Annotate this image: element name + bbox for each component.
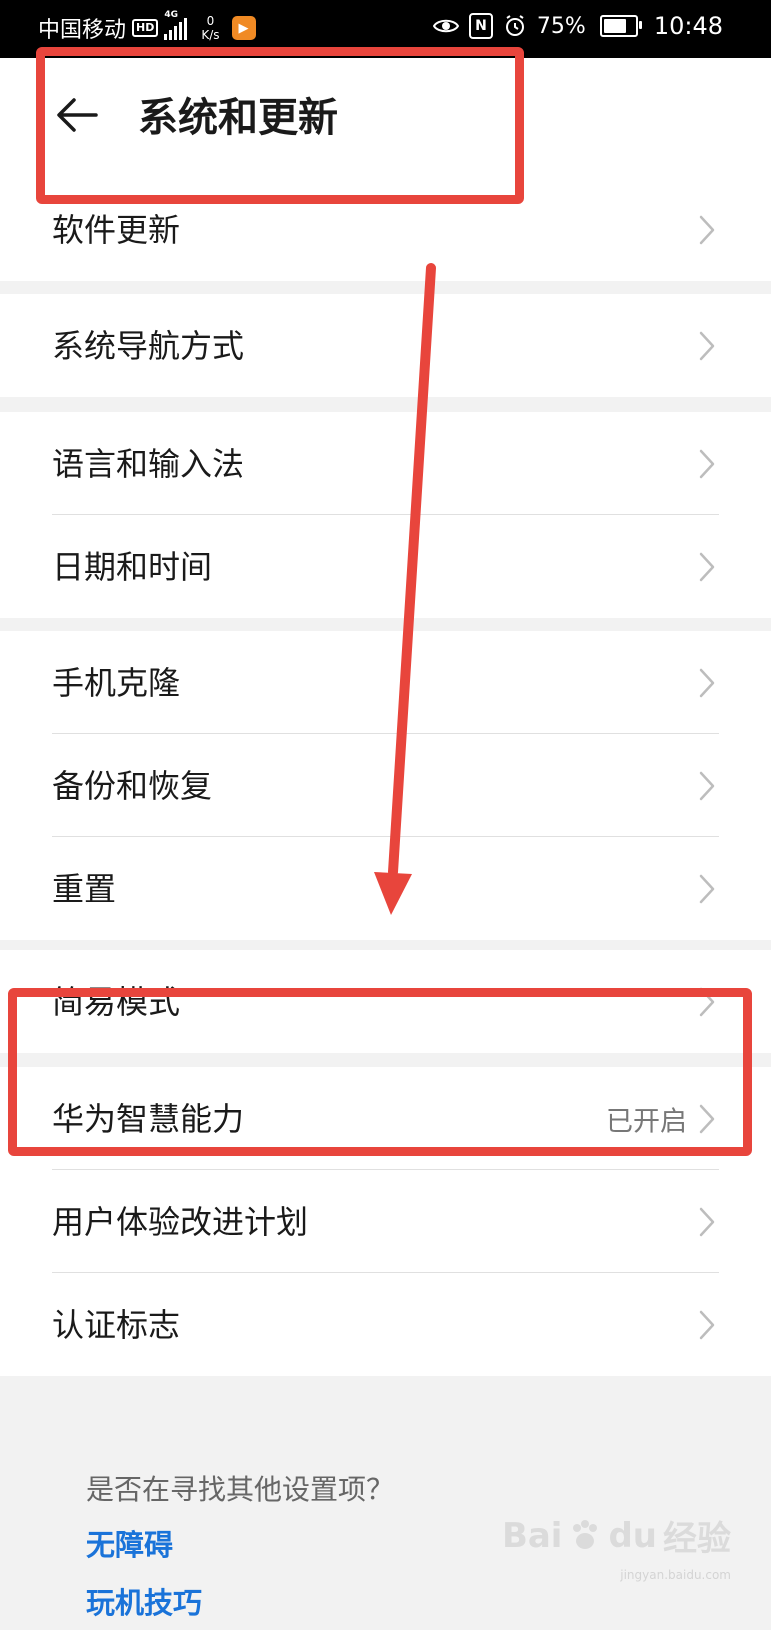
signal-icon: 4G bbox=[164, 10, 188, 40]
settings-row-label: 系统导航方式 bbox=[52, 326, 245, 365]
page-title: 系统和更新 bbox=[138, 95, 338, 141]
settings-group: 简易模式 bbox=[0, 950, 771, 1053]
settings-row-label: 手机克隆 bbox=[52, 663, 181, 702]
alarm-icon bbox=[505, 15, 524, 36]
battery-icon bbox=[599, 15, 642, 37]
watermark-brand-2: du bbox=[608, 1515, 657, 1556]
settings-row[interactable]: 系统导航方式 bbox=[0, 294, 771, 397]
network-speed-value: 0 bbox=[206, 14, 215, 28]
settings-group: 华为智慧能力 已开启用户体验改进计划 认证标志 bbox=[0, 1067, 771, 1376]
suggestion-link-tips[interactable]: 玩机技巧 bbox=[86, 1580, 202, 1622]
network-speed: 0 K/s bbox=[201, 14, 219, 42]
settings-group: 手机克隆备份和恢复重置 bbox=[0, 631, 771, 940]
paw-icon bbox=[573, 1519, 598, 1549]
battery-fill bbox=[603, 19, 627, 33]
settings-row-label: 认证标志 bbox=[52, 1305, 181, 1344]
chevron-right-icon bbox=[699, 552, 715, 581]
settings-row[interactable]: 语言和输入法 bbox=[0, 412, 771, 515]
settings-row-label: 日期和时间 bbox=[52, 547, 213, 586]
chevron-right-icon bbox=[699, 215, 715, 244]
watermark-brand: Bai bbox=[501, 1515, 563, 1556]
nfc-icon: N bbox=[468, 13, 493, 39]
chevron-right-icon bbox=[699, 449, 715, 478]
settings-row-value: 已开启 bbox=[606, 1106, 687, 1137]
settings-row[interactable]: 备份和恢复 bbox=[0, 734, 771, 837]
chevron-right-icon bbox=[699, 1104, 715, 1133]
settings-row[interactable]: 手机克隆 bbox=[0, 631, 771, 734]
signal-tag: 4G bbox=[164, 10, 179, 20]
watermark-url: jingyan.baidu.com bbox=[620, 1568, 731, 1582]
chevron-right-icon bbox=[699, 1310, 715, 1339]
settings-row[interactable]: 日期和时间 bbox=[0, 515, 771, 618]
eye-icon bbox=[432, 19, 459, 33]
settings-row[interactable]: 认证标志 bbox=[0, 1273, 771, 1376]
settings-row[interactable]: 华为智慧能力 已开启 bbox=[0, 1067, 771, 1170]
chevron-right-icon bbox=[699, 987, 715, 1016]
watermark-cn: 经验 bbox=[663, 1519, 731, 1559]
settings-row-label: 软件更新 bbox=[52, 210, 181, 249]
settings-row-label: 华为智慧能力 bbox=[52, 1099, 245, 1138]
settings-row-label: 重置 bbox=[52, 869, 117, 908]
status-bar-left: 中国移动 HD 4G 0 K/s ▶ bbox=[38, 10, 256, 44]
battery-percent: 75% bbox=[536, 13, 586, 39]
chevron-right-icon bbox=[699, 668, 715, 697]
arrow-left-icon bbox=[57, 98, 98, 132]
settings-row-label: 简易模式 bbox=[52, 982, 181, 1021]
suggestion-link-accessibility[interactable]: 无障碍 bbox=[86, 1522, 173, 1564]
carrier-name: 中国移动 bbox=[38, 18, 127, 43]
chevron-right-icon bbox=[699, 771, 715, 800]
status-bar: 中国移动 HD 4G 0 K/s ▶ N 75% 10:48 bbox=[0, 0, 771, 58]
baidu-watermark: Bai du 经验 jingyan.baidu.com bbox=[501, 1511, 731, 1583]
chevron-right-icon bbox=[699, 1207, 715, 1236]
back-button[interactable] bbox=[52, 90, 102, 140]
settings-row[interactable]: 简易模式 bbox=[0, 950, 771, 1053]
settings-group: 语言和输入法 日期和时间 bbox=[0, 412, 771, 618]
settings-group: 系统导航方式 bbox=[0, 294, 771, 397]
clock: 10:48 bbox=[653, 12, 723, 40]
chevron-right-icon bbox=[699, 874, 715, 903]
hd-badge: HD bbox=[132, 19, 159, 37]
suggestion-question: 是否在寻找其他设置项？ bbox=[86, 1473, 395, 1506]
settings-row-label: 用户体验改进计划 bbox=[52, 1202, 309, 1241]
app-header: 系统和更新 bbox=[0, 58, 771, 178]
play-icon: ▶ bbox=[231, 16, 256, 40]
settings-row[interactable]: 软件更新 bbox=[0, 178, 771, 281]
settings-group: 软件更新 bbox=[0, 178, 771, 281]
settings-row-label: 备份和恢复 bbox=[52, 766, 213, 805]
settings-row[interactable]: 用户体验改进计划 bbox=[0, 1170, 771, 1273]
settings-row[interactable]: 重置 bbox=[0, 837, 771, 940]
network-speed-unit: K/s bbox=[201, 28, 220, 42]
settings-row-label: 语言和输入法 bbox=[52, 444, 245, 483]
status-bar-right: N 75% 10:48 bbox=[432, 12, 723, 40]
chevron-right-icon bbox=[699, 331, 715, 360]
